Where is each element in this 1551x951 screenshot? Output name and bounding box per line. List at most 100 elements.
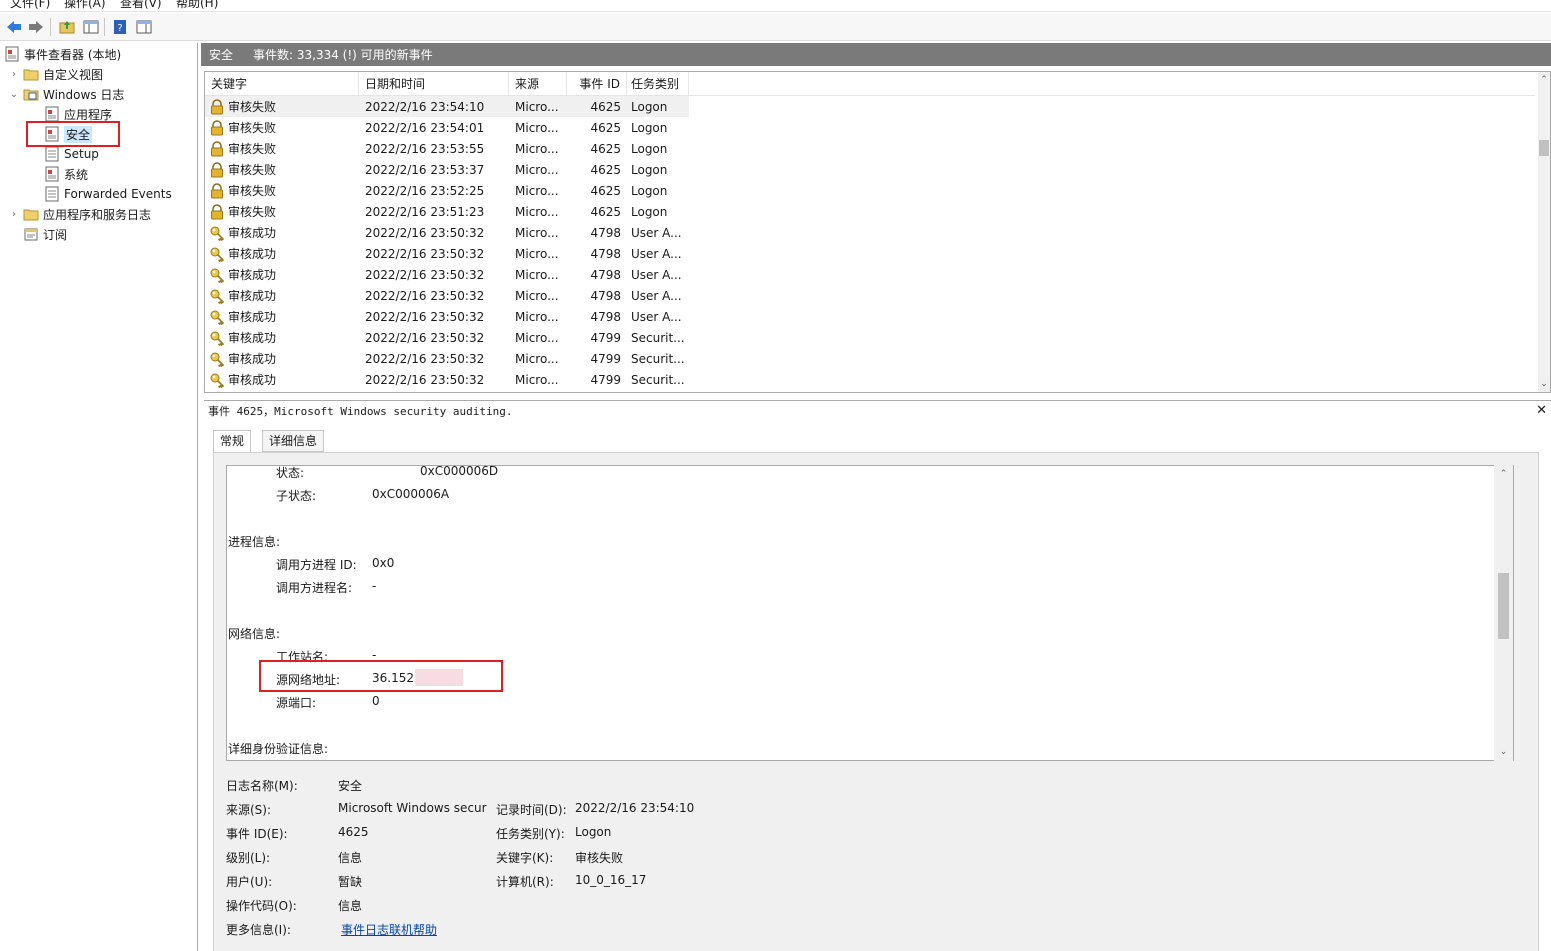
prop-more-info-label: 更多信息(I): — [226, 923, 291, 937]
scroll-thumb[interactable] — [1498, 573, 1509, 639]
table-row[interactable]: 审核失败 2022/2/16 23:53:37 Micro... 4625 Logon — [205, 159, 689, 180]
table-row[interactable]: 审核成功 2022/2/16 23:50:32 Micro... 4798 User A… — [205, 243, 689, 264]
row-task-category: User A... — [631, 225, 682, 240]
tree-setup-log[interactable]: Setup — [44, 144, 99, 164]
row-datetime: 2022/2/16 23:54:01 — [365, 120, 485, 135]
message-scrollbar[interactable]: ⌃ ⌄ — [1494, 465, 1513, 761]
table-row[interactable]: 审核成功 2022/2/16 23:50:32 Micro... 4798 User A… — [205, 285, 689, 306]
event-log-online-help-link[interactable]: 事件日志联机帮助 — [341, 921, 437, 938]
forward-arrow-icon[interactable] — [26, 17, 46, 37]
row-keyword-text: 审核成功 — [228, 289, 277, 303]
back-arrow-icon[interactable] — [4, 17, 24, 37]
event-count: 事件数: 33,334 (!) 可用的新事件 — [253, 48, 433, 62]
tree-windows-logs[interactable]: ⌄ Windows 日志 — [8, 84, 125, 104]
scroll-down-icon[interactable]: ⌄ — [1538, 378, 1550, 390]
row-datetime: 2022/2/16 23:50:32 — [365, 225, 485, 240]
column-keyword[interactable]: 关键字 — [205, 72, 359, 96]
row-datetime: 2022/2/16 23:50:32 — [365, 288, 485, 303]
row-keyword: 审核失败 — [205, 161, 359, 178]
table-row[interactable]: 审核失败 2022/2/16 23:54:10 Micro... 4625 Logon — [205, 96, 689, 117]
table-row[interactable]: 审核失败 2022/2/16 23:54:01 Micro... 4625 Logon — [205, 117, 689, 138]
row-event-id: 4798 — [590, 225, 621, 240]
event-grid[interactable]: 关键字 日期和时间 来源 事件 ID 任务类别 审核失败 2022/2/16 23… — [204, 71, 1551, 393]
table-row[interactable]: 审核失败 2022/2/16 23:53:55 Micro... 4625 Logon — [205, 138, 689, 159]
chevron-right-icon[interactable]: › — [8, 208, 20, 220]
column-datetime[interactable]: 日期和时间 — [359, 72, 509, 96]
tab-general[interactable]: 常规 — [213, 430, 252, 453]
row-event-id: 4798 — [590, 267, 621, 282]
prop-log-name-label: 日志名称(M): — [226, 779, 298, 793]
scroll-down-icon[interactable]: ⌄ — [1494, 747, 1513, 757]
key-icon — [209, 225, 225, 241]
row-source: Micro... — [515, 204, 559, 219]
column-source[interactable]: 来源 — [509, 72, 567, 96]
row-event-id: 4798 — [590, 246, 621, 261]
lock-icon — [209, 161, 225, 178]
row-datetime: 2022/2/16 23:51:23 — [365, 204, 485, 219]
key-icon — [209, 372, 225, 388]
chevron-down-icon[interactable]: ⌄ — [8, 88, 20, 100]
row-source: Micro... — [515, 288, 559, 303]
msg-caller-pid-value: 0x0 — [372, 556, 395, 570]
folder-up-icon[interactable] — [57, 17, 77, 37]
row-source: Micro... — [515, 330, 559, 345]
prop-level-value: 信息 — [338, 851, 363, 865]
tree-system-log[interactable]: 系统 — [44, 164, 88, 184]
key-icon — [209, 267, 225, 283]
lock-icon — [209, 140, 225, 157]
msg-substatus-value: 0xC000006A — [372, 487, 450, 501]
menu-action[interactable]: 操作(A) — [64, 0, 106, 11]
key-icon — [209, 288, 225, 304]
menu-help[interactable]: 帮助(H) — [176, 0, 218, 11]
tree-app-service-logs[interactable]: › 应用程序和服务日志 — [8, 204, 151, 224]
help-icon[interactable]: ? — [110, 17, 130, 37]
prop-computer-label: 计算机(R): — [496, 875, 554, 889]
row-event-id: 4625 — [590, 120, 621, 135]
row-keyword-text: 审核失败 — [228, 184, 277, 198]
prop-recorded-label: 记录时间(D): — [496, 803, 567, 817]
scroll-up-icon[interactable]: ⌃ — [1538, 74, 1550, 86]
table-row[interactable]: 审核成功 2022/2/16 23:50:32 Micro... 4799 Securi… — [205, 327, 689, 348]
row-keyword: 审核成功 — [205, 371, 359, 388]
table-row[interactable]: 审核成功 2022/2/16 23:50:32 Micro... 4799 Securi… — [205, 369, 689, 390]
tree-root[interactable]: 事件查看器 (本地) — [4, 44, 121, 64]
row-event-id: 4625 — [590, 99, 621, 114]
row-source: Micro... — [515, 351, 559, 366]
row-task-category: User A... — [631, 267, 682, 282]
row-source: Micro... — [515, 99, 559, 114]
menu-file[interactable]: 文件(F) — [10, 0, 50, 11]
table-row[interactable]: 审核成功 2022/2/16 23:50:32 Micro... 4798 User A… — [205, 306, 689, 327]
menu-view[interactable]: 查看(V) — [120, 0, 162, 11]
table-row[interactable]: 审核成功 2022/2/16 23:50:32 Micro... 4798 User A… — [205, 264, 689, 285]
row-event-id: 4798 — [590, 309, 621, 324]
column-event-id[interactable]: 事件 ID — [567, 72, 627, 96]
show-hide-action-pane-icon[interactable] — [134, 17, 154, 37]
scroll-thumb[interactable] — [1539, 140, 1549, 156]
column-task-category[interactable]: 任务类别 — [627, 72, 689, 96]
table-row[interactable]: 审核成功 2022/2/16 23:50:32 Micro... 4799 Securi… — [205, 348, 689, 369]
grid-scrollbar[interactable]: ⌃ ⌄ — [1538, 72, 1550, 392]
row-keyword: 审核失败 — [205, 203, 359, 220]
chevron-right-icon[interactable]: › — [8, 68, 20, 80]
table-row[interactable]: 审核失败 2022/2/16 23:52:25 Micro... 4625 Logon — [205, 180, 689, 201]
prop-opcode-value: 信息 — [338, 899, 363, 913]
row-keyword-text: 审核成功 — [228, 226, 277, 240]
scroll-up-icon[interactable]: ⌃ — [1494, 469, 1513, 479]
table-row[interactable]: 审核失败 2022/2/16 23:51:23 Micro... 4625 Logon — [205, 201, 689, 222]
tab-details[interactable]: 详细信息 — [262, 430, 325, 452]
msg-substatus-label: 子状态: — [276, 489, 317, 503]
event-message-box[interactable]: 状态: 0xC000006D 子状态: 0xC000006A 进程信息: 调用方… — [226, 465, 1514, 761]
show-hide-tree-icon[interactable] — [81, 17, 101, 37]
row-datetime: 2022/2/16 23:52:25 — [365, 183, 485, 198]
row-keyword: 审核成功 — [205, 308, 359, 325]
row-source: Micro... — [515, 309, 559, 324]
msg-auth-section: 详细身份验证信息: — [228, 742, 329, 756]
svg-text:?: ? — [117, 23, 122, 34]
tree-forwarded-events[interactable]: Forwarded Events — [44, 184, 172, 204]
close-icon[interactable]: ✕ — [1536, 403, 1547, 418]
prop-source-value: Microsoft Windows secur — [338, 801, 487, 815]
table-row[interactable]: 审核成功 2022/2/16 23:50:32 Micro... 4798 User A… — [205, 222, 689, 243]
prop-level-label: 级别(L): — [226, 851, 271, 865]
tree-subscriptions[interactable]: 订阅 — [23, 224, 67, 244]
tree-custom-views[interactable]: › 自定义视图 — [8, 64, 103, 84]
